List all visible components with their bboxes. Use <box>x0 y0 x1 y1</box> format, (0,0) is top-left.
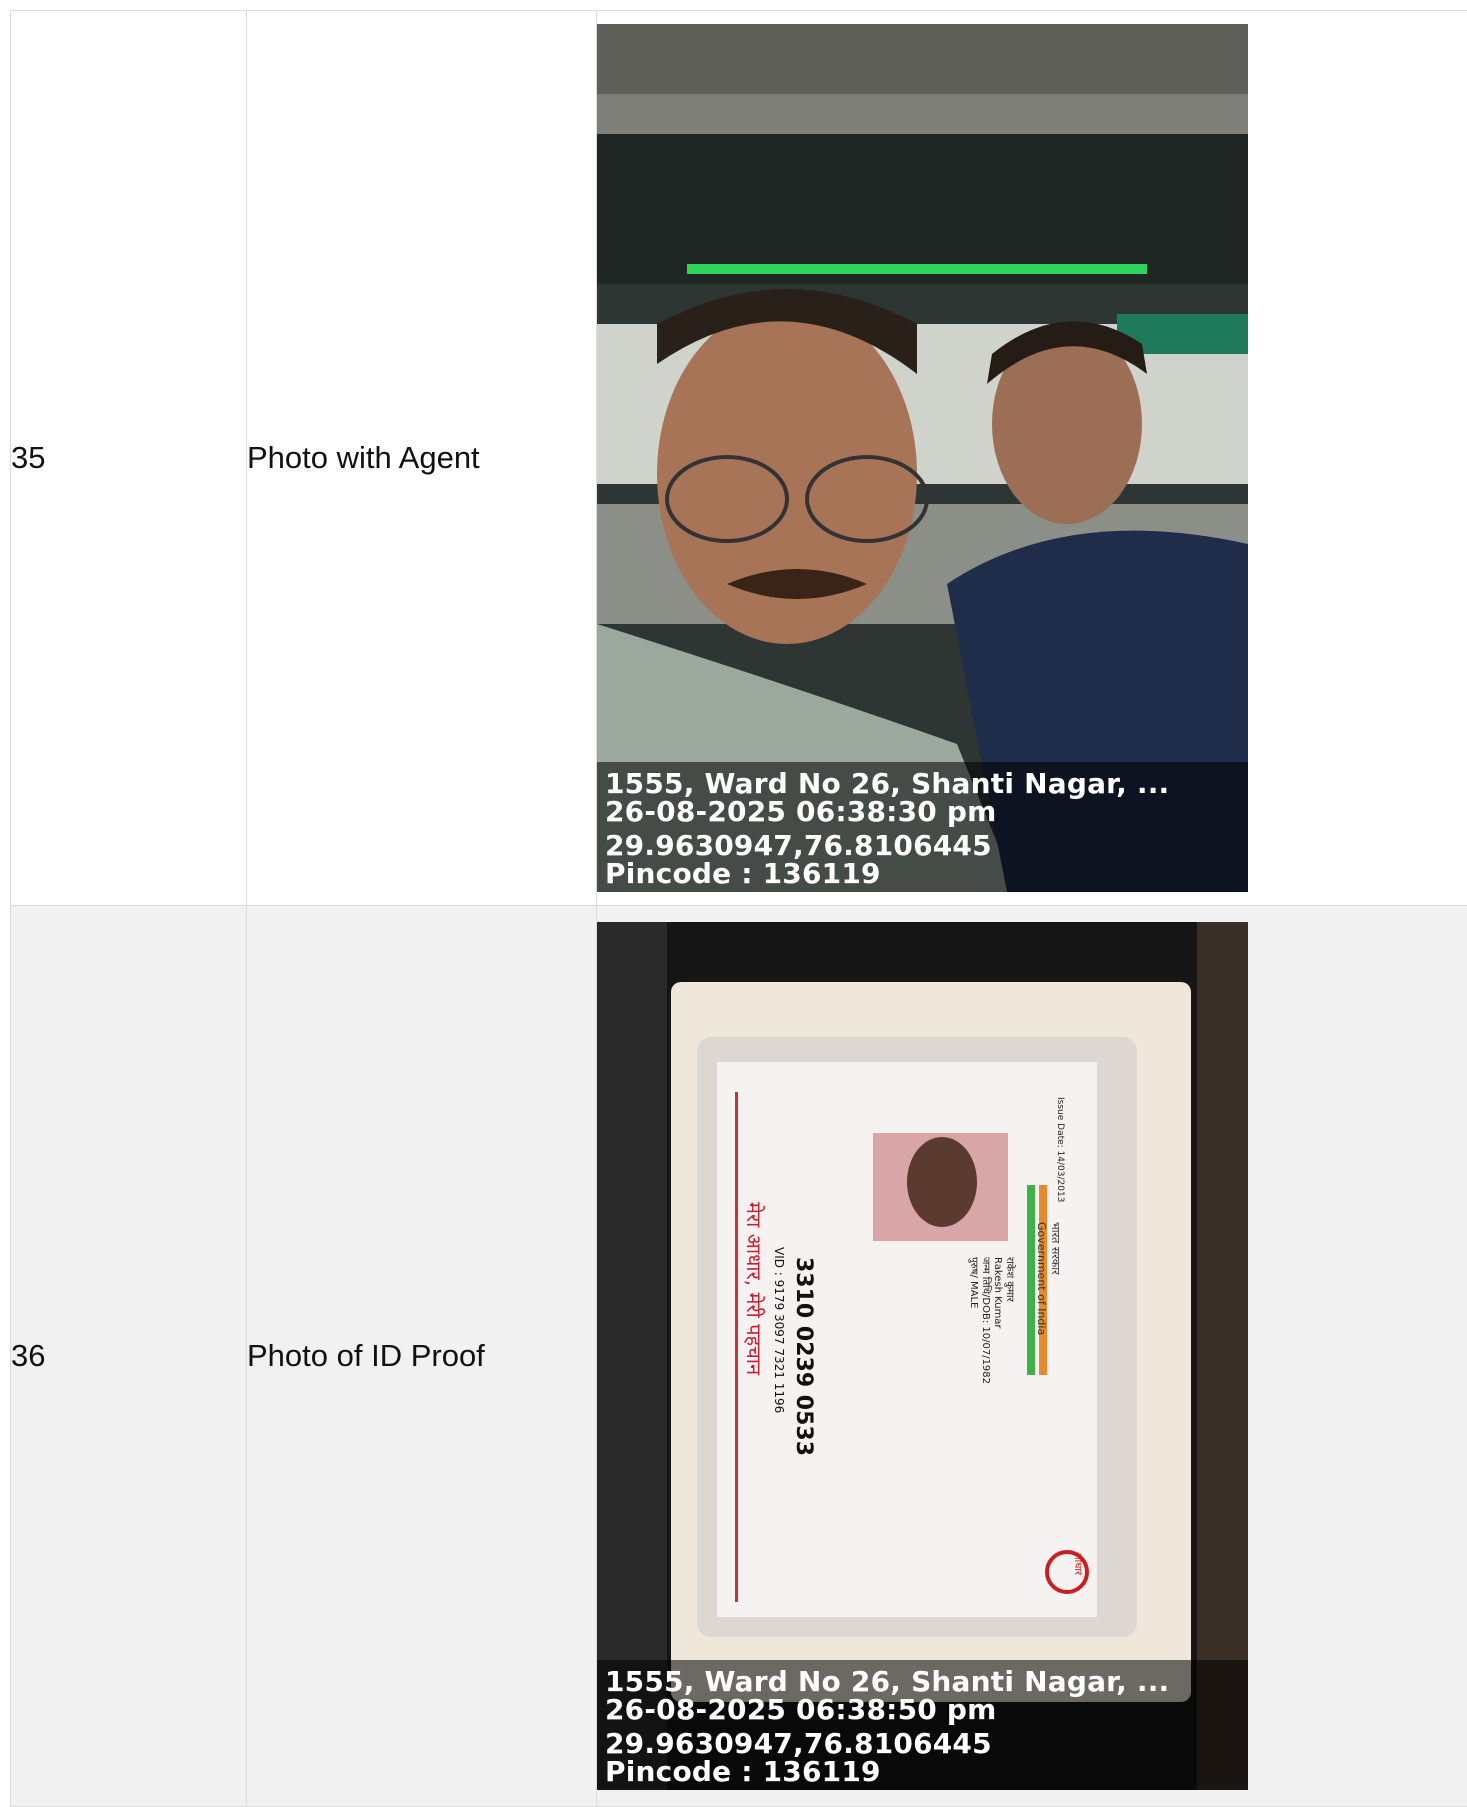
stamp-address: 1555, Ward No 26, Shanti Nagar, ... <box>605 770 1240 798</box>
id-name-hindi: राकेश कुमार <box>1004 1257 1016 1303</box>
id-number: 3310 0239 0533 <box>791 1257 816 1456</box>
geo-stamp: 1555, Ward No 26, Shanti Nagar, ... 26-0… <box>597 762 1248 892</box>
stamp-coords: 29.9630947,76.8106445 <box>605 832 1240 860</box>
stamp-pincode: Pincode : 136119 <box>605 1758 1240 1786</box>
id-gender: पुरुष/ MALE <box>968 1257 979 1308</box>
id-gov-english: Government of India <box>1035 1222 1048 1335</box>
row-label: Photo of ID Proof <box>247 906 597 1807</box>
geo-stamp: 1555, Ward No 26, Shanti Nagar, ... 26-0… <box>597 1660 1248 1790</box>
photo-cell: 1555, Ward No 26, Shanti Nagar, ... 26-0… <box>597 11 1467 906</box>
row-number: 36 <box>11 906 247 1807</box>
id-proof-photo: Issue Date: 14/03/2013 भारत सरकार Govern… <box>597 922 1248 1790</box>
id-dob: जन्म तिथि/DOB: 10/07/1982 <box>980 1257 992 1384</box>
row-number: 35 <box>11 11 247 906</box>
id-issue-date: Issue Date: 14/03/2013 <box>1055 1097 1065 1202</box>
report-table: 35 Photo with Agent <box>10 10 1467 1807</box>
photo-cell: Issue Date: 14/03/2013 भारत सरकार Govern… <box>597 906 1467 1807</box>
row-label: Photo with Agent <box>247 11 597 906</box>
agent-photo: 1555, Ward No 26, Shanti Nagar, ... 26-0… <box>597 24 1248 892</box>
stamp-coords: 29.9630947,76.8106445 <box>605 1730 1240 1758</box>
stamp-datetime: 26-08-2025 06:38:50 pm <box>605 1696 1240 1724</box>
table-row: 35 Photo with Agent <box>11 11 1467 906</box>
stamp-datetime: 26-08-2025 06:38:30 pm <box>605 798 1240 826</box>
id-vid: VID : 9179 3097 7321 1196 <box>772 1247 786 1413</box>
stamp-pincode: Pincode : 136119 <box>605 860 1240 888</box>
stamp-address: 1555, Ward No 26, Shanti Nagar, ... <box>605 1668 1240 1696</box>
table-row: 36 Photo of ID Proof <box>11 906 1467 1807</box>
id-logo-text: आधार <box>1072 1552 1083 1576</box>
id-name-english: Rakesh Kumar <box>992 1257 1003 1329</box>
id-gov-hindi: भारत सरकार <box>1049 1222 1062 1275</box>
id-slogan: मेरा आधार, मेरी पहचान <box>742 1202 766 1376</box>
